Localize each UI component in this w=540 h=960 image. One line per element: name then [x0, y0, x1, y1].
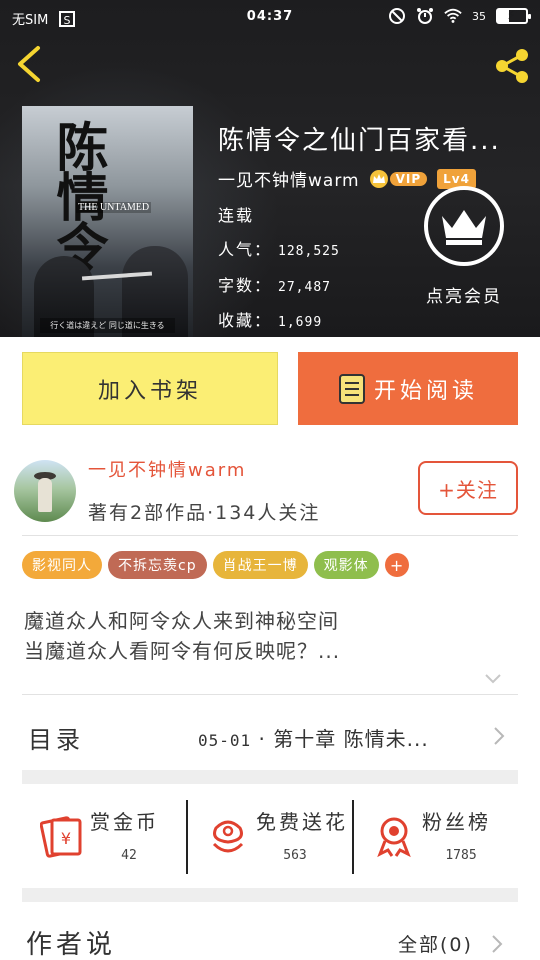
author-name[interactable]: 一见不钟情warm — [88, 456, 246, 482]
status-bar: 无SIM S 04:37 35 ⚡ — [0, 0, 540, 34]
member-label[interactable]: 点亮会员 — [412, 282, 516, 307]
author-words-label: 作者说 — [26, 930, 117, 960]
stat-value: 563 — [283, 848, 307, 863]
header-author-name[interactable]: 一见不钟情warm — [218, 166, 360, 191]
flower-icon — [212, 820, 244, 853]
vip-crown-icon — [369, 169, 388, 188]
chevron-right-icon[interactable] — [490, 934, 504, 954]
tag-list: 影视同人 不拆忘羡cp 肖战王一博 观影体 + — [22, 551, 409, 579]
medal-icon — [377, 817, 411, 858]
favorites-row: 收藏： 1,699 — [218, 307, 322, 331]
reward-coins-button[interactable]: ¥ 赏金币 42 — [22, 800, 186, 874]
tag-item[interactable]: 观影体 — [313, 551, 379, 579]
latest-chapter-title: · 第十章 陈情未... — [258, 727, 429, 751]
interaction-stats: ¥ 赏金币 42 免费送花 563 粉丝榜 1785 — [22, 800, 518, 874]
fan-ranking-button[interactable]: 粉丝榜 1785 — [352, 800, 518, 874]
vip-label: VIP — [389, 171, 428, 186]
start-reading-label: 开始阅读 — [373, 378, 478, 404]
stat-label: 赏金币 — [90, 810, 159, 834]
popularity-label: 人气： — [218, 240, 273, 259]
author-avatar[interactable] — [14, 460, 76, 522]
free-flower-button[interactable]: 免费送花 563 — [186, 800, 352, 874]
book-title: 陈情令之仙门百家看... — [218, 126, 501, 156]
latest-chapter-date: 05-01 — [198, 731, 252, 750]
battery-percent: 35 — [472, 9, 486, 23]
tag-item[interactable]: 影视同人 — [22, 551, 102, 579]
favorites-value: 1,699 — [278, 315, 323, 330]
chevron-right-icon — [494, 727, 505, 745]
crown-icon — [442, 210, 486, 245]
popularity-row: 人气： 128,525 — [218, 236, 340, 260]
intro-line: 魔道众人和阿令众人来到神秘空间 — [24, 609, 339, 633]
latest-chapter: 05-01 · 第十章 陈情未... — [198, 723, 488, 752]
follow-button[interactable]: +关注 — [418, 461, 518, 515]
book-cover[interactable]: 陈情令 THE UNTAMED 行く道は違えど 同じ道に生きる — [22, 106, 193, 337]
wordcount-label: 字数： — [218, 276, 273, 295]
dnd-icon — [389, 8, 405, 24]
member-button[interactable] — [424, 186, 504, 266]
tag-item[interactable]: 肖战王一博 — [212, 551, 308, 579]
wordcount-row: 字数： 27,487 — [218, 272, 331, 296]
favorites-label: 收藏： — [218, 311, 273, 330]
back-icon[interactable] — [12, 44, 46, 84]
divider — [22, 694, 518, 695]
author-stats: 著有2部作品·134人关注 — [88, 502, 321, 524]
svg-text:¥: ¥ — [61, 829, 71, 848]
popularity-value: 128,525 — [278, 244, 340, 259]
book-intro[interactable]: 魔道众人和阿令众人来到神秘空间 当魔道众人看阿令有何反映呢？... — [24, 606, 504, 666]
wifi-icon — [444, 8, 462, 23]
cover-subtitle: THE UNTAMED — [76, 202, 152, 213]
add-tag-button[interactable]: + — [384, 553, 409, 577]
table-of-contents-row[interactable]: 目录 05-01 · 第十章 陈情未... — [0, 712, 540, 758]
share-icon[interactable] — [492, 46, 532, 86]
start-reading-button[interactable]: 开始阅读 — [298, 352, 518, 425]
vip-badge: VIP — [369, 169, 428, 188]
header-author-row: 一见不钟情warm VIP Lv4 — [218, 166, 476, 191]
add-to-shelf-button[interactable]: 加入书架 — [22, 352, 278, 425]
serial-status: 连载 — [218, 206, 255, 225]
intro-line: 当魔道众人看阿令有何反映呢？... — [24, 639, 341, 663]
toc-label: 目录 — [28, 726, 84, 754]
section-separator — [22, 770, 518, 784]
stat-label: 免费送花 — [256, 810, 348, 834]
wordcount-value: 27,487 — [278, 280, 331, 295]
book-icon — [338, 373, 365, 404]
author-words-all-link[interactable]: 全部(0) — [398, 930, 473, 957]
stat-value: 1785 — [445, 848, 477, 863]
book-header: 无SIM S 04:37 35 ⚡ 陈情令 THE UNTAMED 行く道は違え… — [0, 0, 540, 337]
red-envelope-icon: ¥ — [40, 816, 82, 858]
stat-value: 42 — [121, 848, 137, 863]
alarm-icon — [417, 8, 433, 24]
divider — [22, 535, 518, 536]
cover-caption: 行く道は違えど 同じ道に生きる — [40, 318, 175, 333]
chevron-down-icon[interactable] — [484, 670, 502, 688]
stat-label: 粉丝榜 — [422, 810, 491, 834]
cover-title: 陈情令 — [47, 120, 108, 270]
tag-item[interactable]: 不拆忘羡cp — [108, 551, 207, 579]
author-words-section: 作者说 全部(0) — [0, 920, 540, 960]
battery-icon: ⚡ — [496, 8, 531, 24]
section-separator — [22, 888, 518, 902]
